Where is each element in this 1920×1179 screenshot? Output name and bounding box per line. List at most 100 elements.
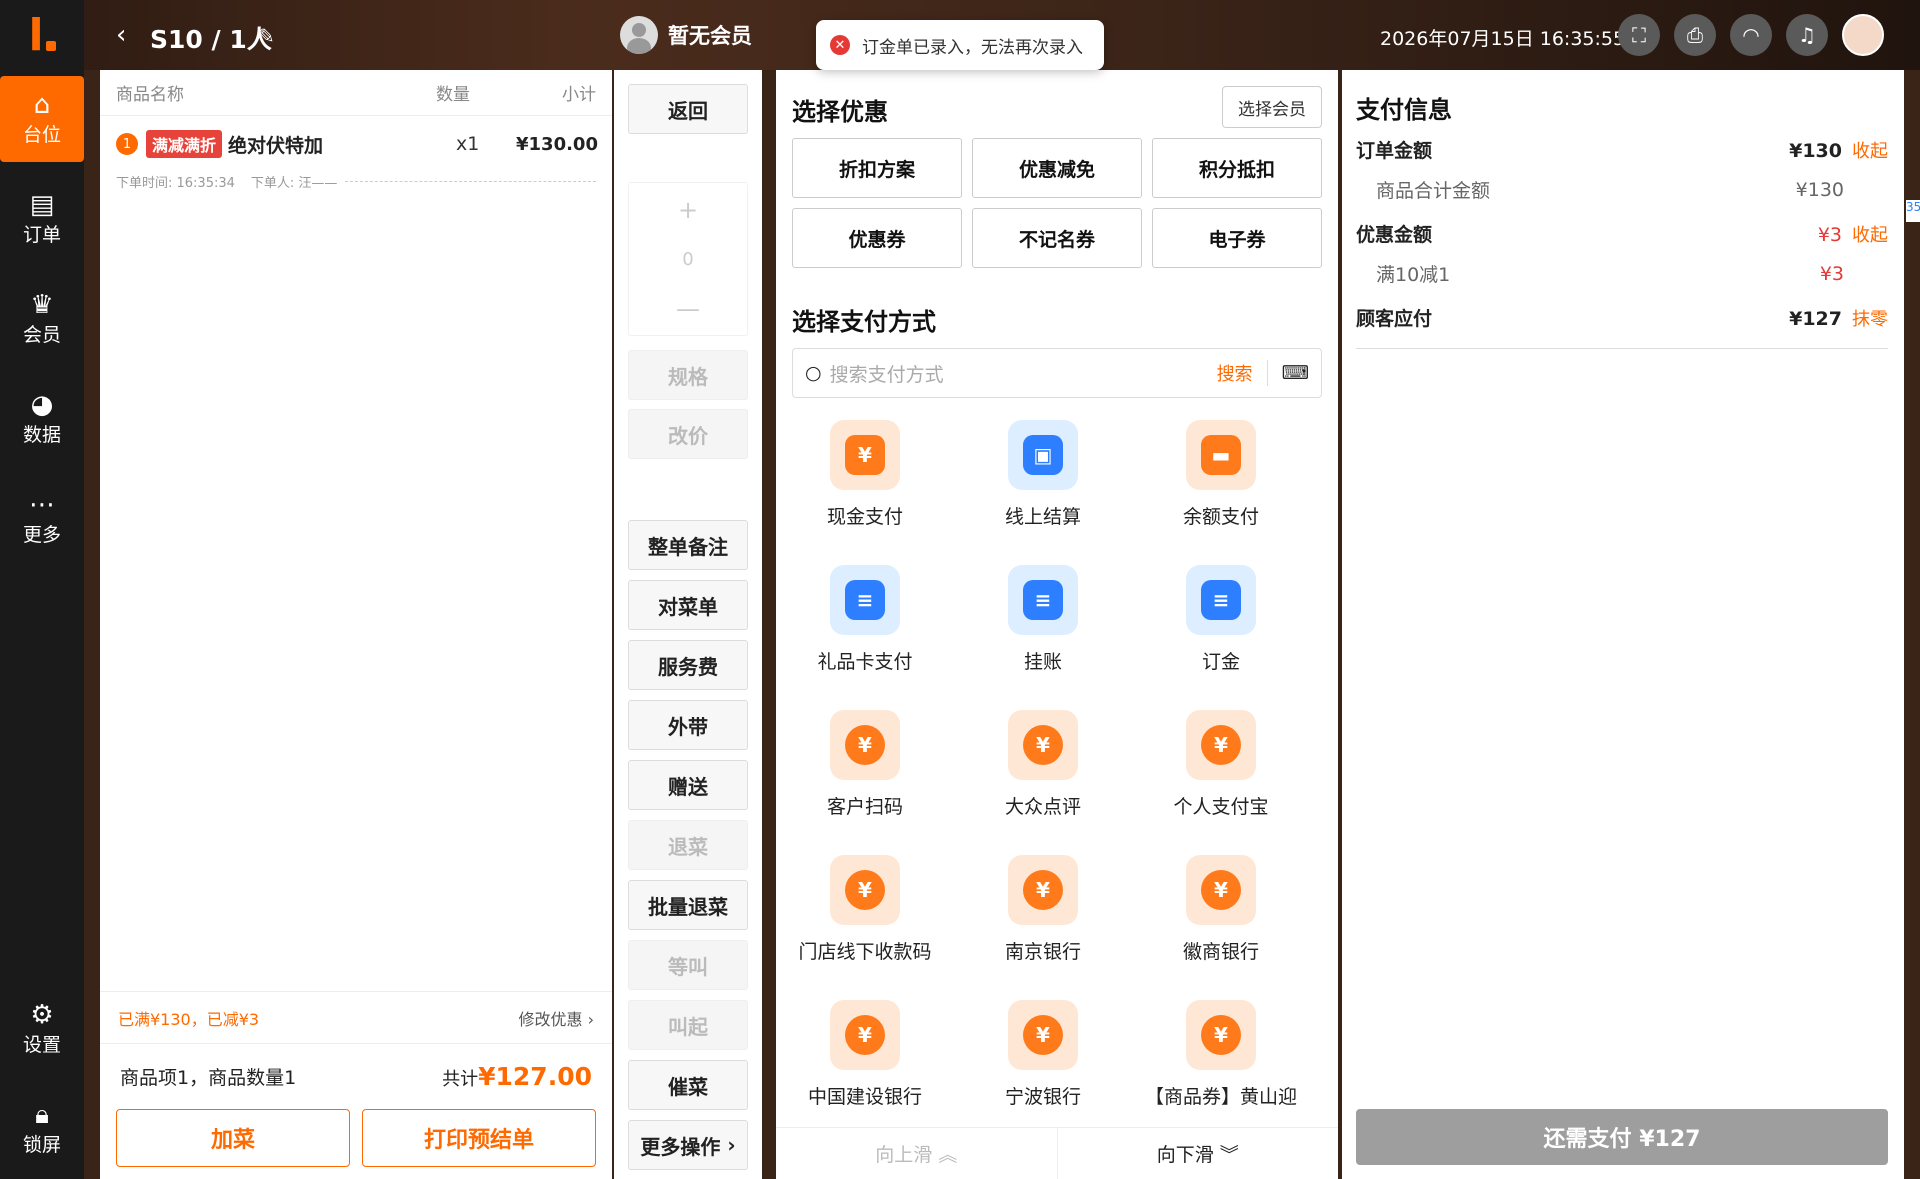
payment-method-label: 余额支付 xyxy=(1182,506,1259,528)
coupon-button[interactable]: 优惠券 xyxy=(792,208,962,268)
payment-method-item[interactable]: ¥ 中国建设银行 xyxy=(780,1000,950,1109)
money-bag-icon: ¥ xyxy=(1186,1000,1256,1070)
payment-method-item[interactable]: ¥ 门店线下收款码 xyxy=(780,855,950,964)
sidebar-item-label: 锁屏 xyxy=(22,1133,61,1156)
edge-tag[interactable]: 35 xyxy=(1906,200,1920,222)
payment-method-item[interactable]: ¥ 客户扫码 xyxy=(780,710,950,819)
round-off-link[interactable]: 抹零 xyxy=(1852,309,1888,330)
call-up-button[interactable]: 叫起 xyxy=(628,1000,748,1050)
payment-method-label: 徽商银行 xyxy=(1182,941,1259,963)
scroll-up-button[interactable]: 向上滑 ︽ xyxy=(776,1128,1058,1179)
order-total: 共计¥127.00 xyxy=(442,1062,592,1091)
sidebar-item-more[interactable]: ⋯ 更多 xyxy=(0,476,84,562)
payment-info-panel: 支付信息 订单金额 ¥130 收起 商品合计金额 ¥130 优惠金额 ¥3 收起 满1… xyxy=(1342,70,1904,1179)
gift-button[interactable]: 赠送 xyxy=(628,760,748,810)
discount-item-row: 满10减1 ¥3 xyxy=(1376,262,1844,287)
modify-discount-link[interactable]: 修改优惠 › xyxy=(519,1006,595,1030)
sidebar-item-table[interactable]: ⌂ 台位 xyxy=(0,76,84,162)
search-button[interactable]: 搜索 xyxy=(1217,360,1268,386)
pay-remaining-button[interactable]: 还需支付 ¥127 xyxy=(1356,1109,1888,1165)
promo-bar: 已满¥130，已减¥3 修改优惠 › xyxy=(100,991,612,1043)
payment-method-item[interactable]: ¥ 大众点评 xyxy=(958,710,1128,819)
batch-return-button[interactable]: 批量退菜 xyxy=(628,880,748,930)
payment-method-item[interactable]: ¥ 【商品券】黄山迎 xyxy=(1136,1000,1306,1109)
order-summary: 商品项1，商品数量1 共计¥127.00 xyxy=(100,1043,612,1109)
anonymous-coupon-button[interactable]: 不记名券 xyxy=(972,208,1142,268)
sidebar-item-settings[interactable]: ⚙ 设置 xyxy=(0,986,84,1072)
sidebar-item-orders[interactable]: ▤ 订单 xyxy=(0,176,84,262)
return-dish-button[interactable]: 退菜 xyxy=(628,820,748,870)
points-deduct-button[interactable]: 积分抵扣 xyxy=(1152,138,1322,198)
item-count: 商品项1，商品数量1 xyxy=(120,1067,297,1089)
money-bag-icon: ¥ xyxy=(1186,855,1256,925)
sidebar-item-data[interactable]: ◕ 数据 xyxy=(0,376,84,462)
add-dish-button[interactable]: 加菜 xyxy=(116,1109,350,1167)
discount-relief-button[interactable]: 优惠减免 xyxy=(972,138,1142,198)
more-icon: ⋯ xyxy=(29,489,55,520)
rush-button[interactable]: 催菜 xyxy=(628,1060,748,1110)
card-icon: ≡ xyxy=(830,565,900,635)
payment-method-item[interactable]: ¥ 现金支付 xyxy=(780,420,950,529)
spec-button[interactable]: 规格 xyxy=(628,350,748,400)
sidebar-item-lock[interactable]: 🔒︎ 锁屏 xyxy=(0,1086,84,1172)
plus-icon[interactable]: + xyxy=(678,196,698,224)
card-icon: ≡ xyxy=(1186,565,1256,635)
collapse-link[interactable]: 收起 xyxy=(1852,141,1888,162)
search-input[interactable]: 搜索支付方式 xyxy=(830,360,1217,387)
payment-method-item[interactable]: ≡ 挂账 xyxy=(958,565,1128,674)
payment-search[interactable]: ○ 搜索支付方式 搜索 ⌨ xyxy=(792,348,1322,398)
e-coupon-button[interactable]: 电子券 xyxy=(1152,208,1322,268)
collapse-link[interactable]: 收起 xyxy=(1852,225,1888,246)
change-price-button[interactable]: 改价 xyxy=(628,409,748,459)
payment-method-item[interactable]: ≡ 订金 xyxy=(1136,565,1306,674)
payment-method-item[interactable]: ≡ 礼品卡支付 xyxy=(780,565,950,674)
payment-method-label: 个人支付宝 xyxy=(1173,796,1269,818)
promo-summary: 已满¥130，已减¥3 xyxy=(118,1009,260,1029)
payment-method-item[interactable]: ¥ 宁波银行 xyxy=(958,1000,1128,1109)
goods-total-row: 商品合计金额 ¥130 xyxy=(1376,178,1844,203)
more-ops-button[interactable]: 更多操作 › xyxy=(628,1120,748,1170)
check-menu-button[interactable]: 对菜单 xyxy=(628,580,748,630)
sidebar-item-members[interactable]: ♛ 会员 xyxy=(0,276,84,362)
takeout-button[interactable]: 外带 xyxy=(628,700,748,750)
money-bag-icon: ¥ xyxy=(1008,1000,1078,1070)
printer-icon[interactable]: ⎙ xyxy=(1674,14,1716,56)
money-bag-icon: ¥ xyxy=(1008,855,1078,925)
back-icon[interactable]: ‹ xyxy=(116,20,126,50)
payment-method-item[interactable]: ¥ 南京银行 xyxy=(958,855,1128,964)
bell-icon[interactable]: ♫ xyxy=(1786,14,1828,56)
print-bill-button[interactable]: 打印预结单 xyxy=(362,1109,596,1167)
quantity-stepper[interactable]: + 0 — xyxy=(628,182,748,336)
wifi-icon[interactable]: ◠ xyxy=(1730,14,1772,56)
back-button[interactable]: 返回 xyxy=(628,84,748,134)
minus-icon[interactable]: — xyxy=(676,295,700,323)
user-avatar[interactable] xyxy=(1842,14,1884,56)
wait-call-button[interactable]: 等叫 xyxy=(628,940,748,990)
select-member-button[interactable]: 选择会员 xyxy=(1222,86,1322,128)
gear-icon: ⚙ xyxy=(30,999,54,1030)
member-status[interactable]: 暂无会员 xyxy=(620,16,752,54)
edit-icon[interactable]: ✎ xyxy=(258,24,275,48)
payment-method-label: 中国建设银行 xyxy=(807,1086,922,1108)
payment-method-label: 南京银行 xyxy=(1004,941,1081,963)
datetime: 2026年07月15日 16:35:55 xyxy=(1380,28,1626,50)
order-item-row[interactable]: 1 满减满折 绝对伏特加 x1 ¥130.00 下单时间: 16:35:34 下… xyxy=(100,116,612,191)
scan-icon[interactable]: ⛶ xyxy=(1618,14,1660,56)
payment-method-item[interactable]: ▬ 余额支付 xyxy=(1136,420,1306,529)
item-price: ¥130.00 xyxy=(516,133,598,155)
order-note-button[interactable]: 整单备注 xyxy=(628,520,748,570)
service-fee-button[interactable]: 服务费 xyxy=(628,640,748,690)
keyboard-icon[interactable]: ⌨ xyxy=(1282,362,1309,384)
payment-method-item[interactable]: ¥ 徽商银行 xyxy=(1136,855,1306,964)
card-icon: ▣ xyxy=(1008,420,1078,490)
scroll-down-button[interactable]: 向下滑 ︾ xyxy=(1058,1128,1339,1179)
payment-method-item[interactable]: ▣ 线上结算 xyxy=(958,420,1128,529)
money-bag-icon: ¥ xyxy=(1186,710,1256,780)
sidebar-item-label: 设置 xyxy=(22,1033,61,1056)
order-icon: ▤ xyxy=(29,189,55,220)
discount-plan-button[interactable]: 折扣方案 xyxy=(792,138,962,198)
error-icon: ✕ xyxy=(830,35,850,55)
lock-icon: 🔒︎ xyxy=(35,1099,49,1130)
discount-panel: 选择优惠 选择会员 折扣方案 优惠减免 积分抵扣 优惠券 不记名券 电子券 选择… xyxy=(776,70,1338,1179)
payment-method-item[interactable]: ¥ 个人支付宝 xyxy=(1136,710,1306,819)
